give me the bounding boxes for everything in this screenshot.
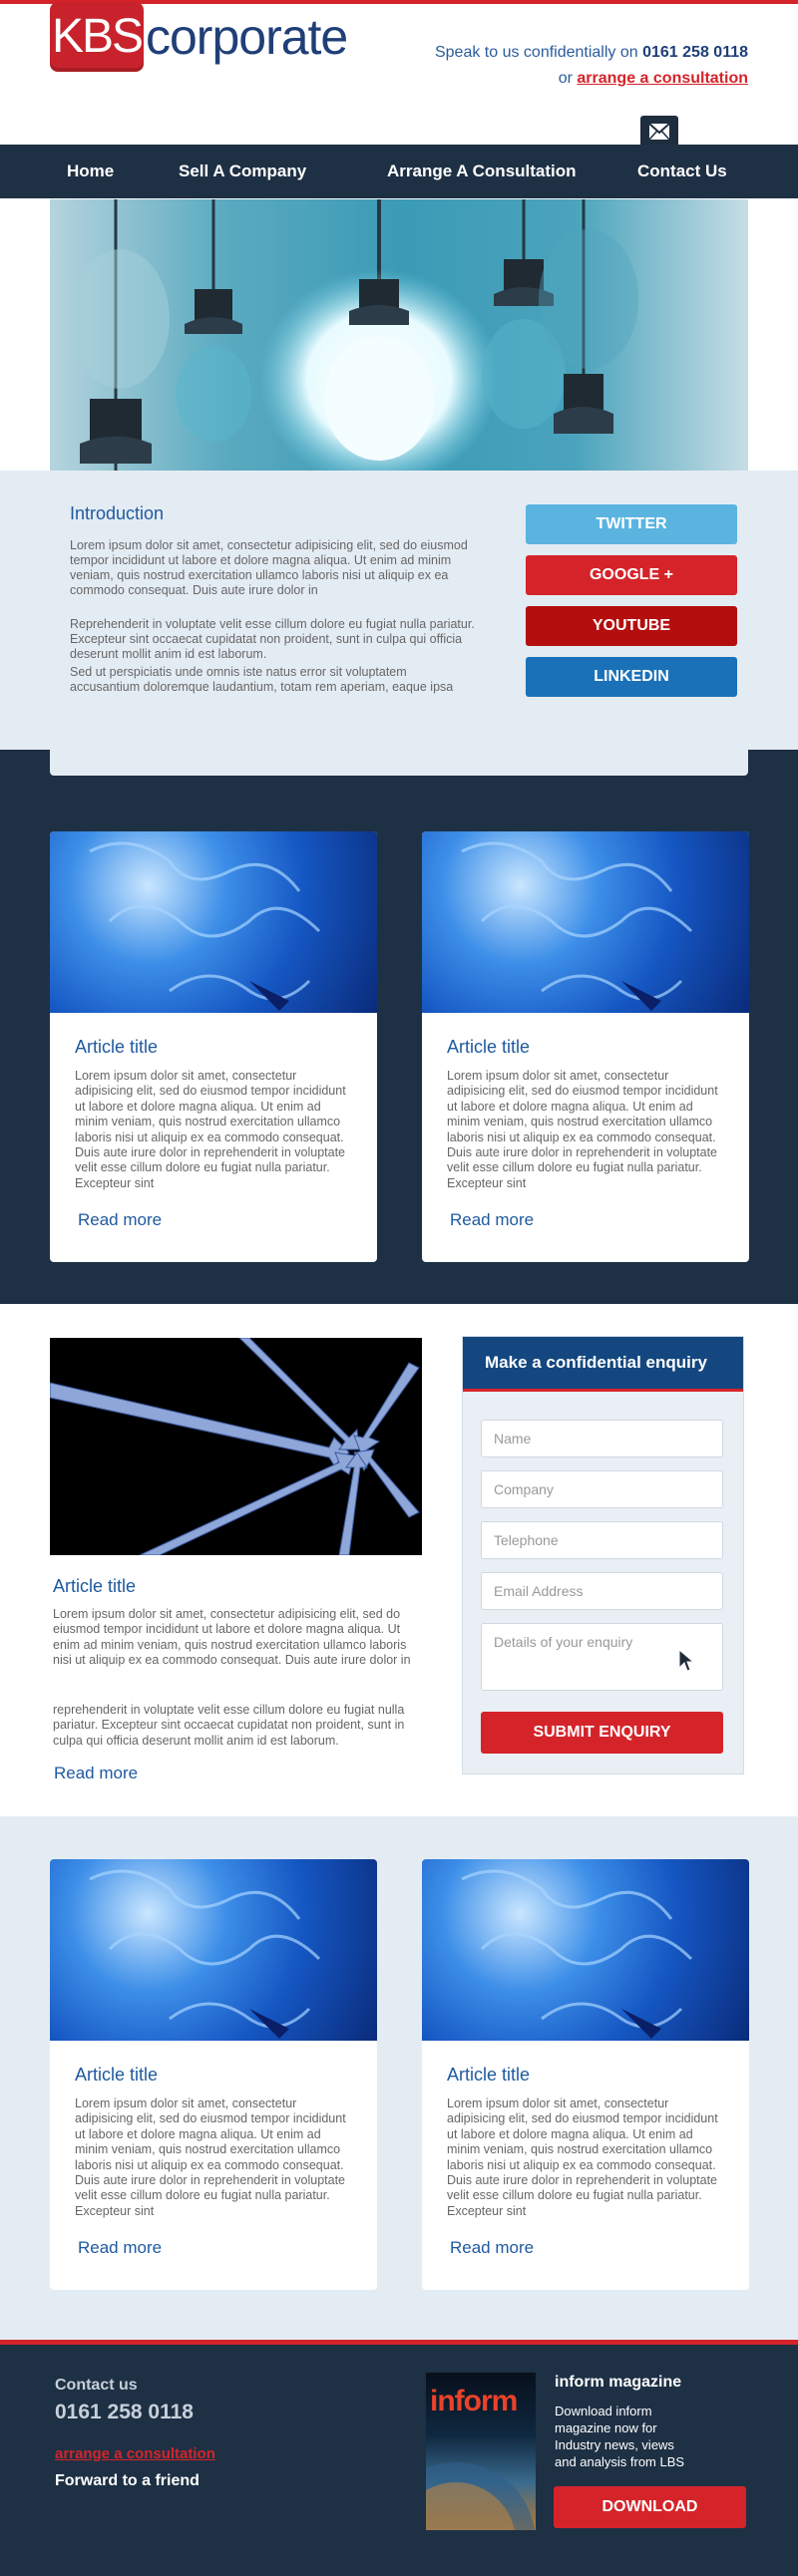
arrows-image: [50, 1338, 422, 1555]
mail-icon[interactable]: [640, 116, 678, 148]
article-excerpt: Lorem ipsum dolor sit amet, consectetur …: [75, 1069, 346, 1190]
nav-contact-us[interactable]: Contact Us: [637, 145, 727, 198]
nav-sell-company[interactable]: Sell A Company: [179, 145, 306, 198]
intro-panel-bottom: [50, 750, 748, 776]
enquiry-form-title: Make a confidential enquiry: [463, 1337, 743, 1392]
article-excerpt: Lorem ipsum dolor sit amet, consectetur …: [447, 2096, 718, 2218]
puzzle-image: [50, 1859, 377, 2041]
footer-phone[interactable]: 0161 258 0118: [55, 2401, 194, 2424]
feature-article-title[interactable]: Article title: [53, 1576, 136, 1597]
article-excerpt: Lorem ipsum dolor sit amet, consectetur …: [75, 2096, 346, 2218]
consultation-link[interactable]: arrange a consultation: [577, 70, 748, 87]
header-contact: Speak to us confidentially on 0161 258 0…: [435, 40, 748, 92]
enquiry-details-placeholder: Details of your enquiry: [494, 1634, 633, 1650]
puzzle-image: [50, 831, 377, 1013]
puzzle-image: [422, 831, 749, 1013]
feature-paragraph-2: reprehenderit in voluptate velit esse ci…: [53, 1703, 405, 1748]
read-more-link[interactable]: Read more: [450, 1210, 534, 1230]
article-title[interactable]: Article title: [447, 2065, 530, 2086]
footer-contact-heading: Contact us: [55, 2377, 138, 2394]
magazine-cover-title: inform: [430, 2385, 518, 2417]
main-nav: Home Sell A Company Arrange A Consultati…: [0, 145, 798, 198]
submit-enquiry-button[interactable]: SUBMIT ENQUIRY: [481, 1712, 723, 1754]
hero-image-lightbulbs: [50, 199, 748, 488]
logo-letters: KBS: [50, 2, 144, 72]
footer-consultation-link[interactable]: arrange a consultation: [55, 2445, 215, 2462]
company-field[interactable]: Company: [481, 1470, 723, 1508]
logo-word: corporate: [146, 9, 348, 65]
magazine-title: inform magazine: [555, 2374, 682, 2391]
intro-paragraph-2: Reprehenderit in voluptate velit esse ci…: [70, 617, 475, 661]
article-card: Article title Lorem ipsum dolor sit amet…: [422, 831, 749, 1262]
youtube-button[interactable]: YOUTUBE: [526, 606, 737, 646]
magazine-cover[interactable]: inform: [426, 2373, 536, 2530]
article-title[interactable]: Article title: [75, 1037, 158, 1058]
feature-read-more-link[interactable]: Read more: [54, 1764, 138, 1783]
twitter-button[interactable]: TWITTER: [526, 504, 737, 544]
read-more-link[interactable]: Read more: [78, 2238, 162, 2258]
article-excerpt: Lorem ipsum dolor sit amet, consectetur …: [447, 1069, 718, 1190]
google-plus-button[interactable]: GOOGLE +: [526, 555, 737, 595]
or-text: or: [558, 70, 573, 87]
kbs-logo[interactable]: KBS corporate: [50, 2, 348, 72]
magazine-description: Download inform magazine now for Industr…: [555, 2404, 685, 2469]
feature-paragraph-1: Lorem ipsum dolor sit amet, consectetur …: [53, 1607, 411, 1668]
article-title[interactable]: Article title: [75, 2065, 158, 2086]
telephone-field[interactable]: Telephone: [481, 1521, 723, 1559]
cursor-icon: [678, 1648, 695, 1672]
intro-paragraph-3: Sed ut perspiciatis unde omnis iste natu…: [70, 665, 454, 694]
article-card: Article title Lorem ipsum dolor sit amet…: [50, 831, 377, 1262]
enquiry-details-field[interactable]: Details of your enquiry: [481, 1623, 723, 1691]
nav-home[interactable]: Home: [67, 145, 114, 198]
download-button[interactable]: DOWNLOAD: [554, 2486, 746, 2528]
speak-text: Speak to us confidentially on: [434, 44, 638, 61]
intro-paragraph-1: Lorem ipsum dolor sit amet, consectetur …: [70, 538, 468, 597]
puzzle-image: [422, 1859, 749, 2041]
article-card: Article title Lorem ipsum dolor sit amet…: [50, 1859, 377, 2290]
email-field[interactable]: Email Address: [481, 1572, 723, 1610]
read-more-link[interactable]: Read more: [450, 2238, 534, 2258]
article-card: Article title Lorem ipsum dolor sit amet…: [422, 1859, 749, 2290]
name-field[interactable]: Name: [481, 1420, 723, 1457]
linkedin-button[interactable]: LINKEDIN: [526, 657, 737, 697]
nav-arrange-consultation[interactable]: Arrange A Consultation: [387, 145, 577, 198]
enquiry-form: Make a confidential enquiry Name Company…: [462, 1336, 744, 1774]
read-more-link[interactable]: Read more: [78, 1210, 162, 1230]
forward-to-friend-link[interactable]: Forward to a friend: [55, 2472, 200, 2490]
article-title[interactable]: Article title: [447, 1037, 530, 1058]
header-phone[interactable]: 0161 258 0118: [642, 44, 748, 61]
intro-title: Introduction: [70, 503, 165, 523]
